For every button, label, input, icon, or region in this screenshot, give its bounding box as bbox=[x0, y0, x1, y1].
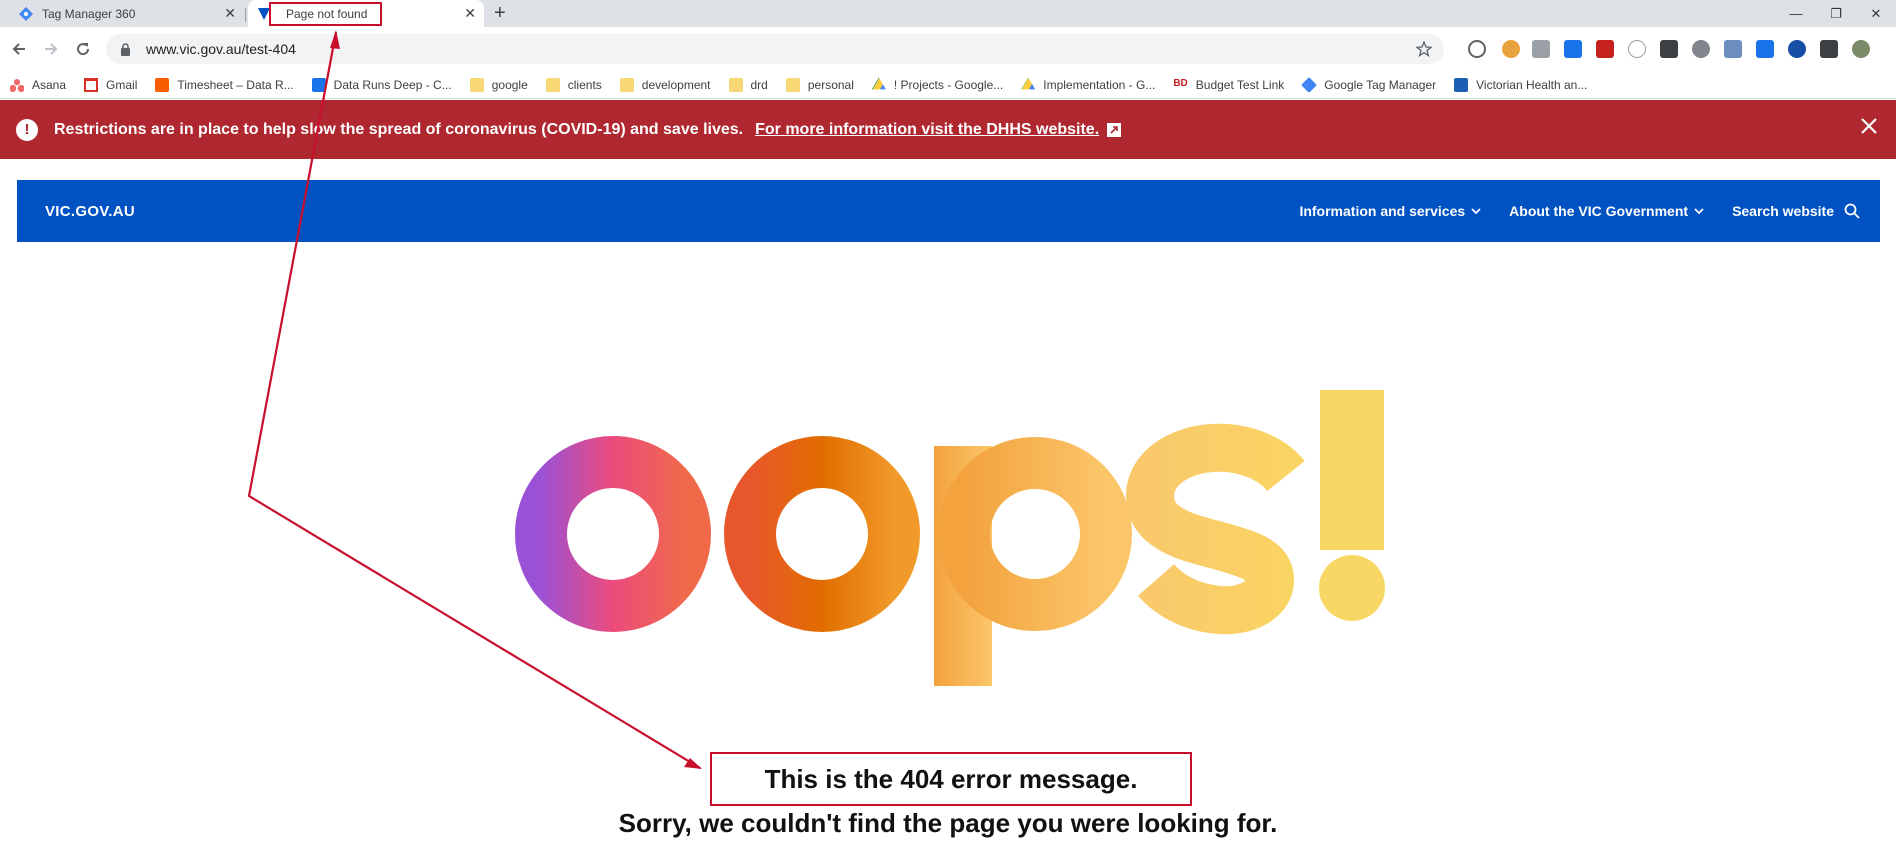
oops-hero-graphic bbox=[515, 390, 1385, 686]
error-message: This is the 404 error message. bbox=[764, 763, 1138, 794]
bookmark-timesheet[interactable]: Timesheet – Data R... bbox=[155, 77, 294, 92]
alert-icon: ! bbox=[16, 118, 38, 141]
dhhs-link[interactable]: For more information visit the DHHS webs… bbox=[755, 121, 1099, 139]
covid-alert-banner: ! Restrictions are in place to help slow… bbox=[0, 100, 1896, 159]
alert-message: Restrictions are in place to help slow t… bbox=[54, 120, 744, 138]
gmail-icon bbox=[84, 77, 99, 92]
harvest-icon bbox=[155, 77, 170, 92]
new-tab-button[interactable]: + bbox=[494, 2, 506, 24]
extension-tagassist-icon[interactable] bbox=[1724, 40, 1742, 58]
extension-dots-icon[interactable] bbox=[1660, 40, 1678, 58]
folder-icon bbox=[545, 77, 560, 92]
bookmark-folder-personal[interactable]: personal bbox=[785, 77, 854, 92]
back-button[interactable] bbox=[6, 36, 32, 62]
browser-toolbar: www.vic.gov.au/test-404 bbox=[0, 27, 1896, 71]
extension-d-icon[interactable] bbox=[1628, 40, 1646, 58]
site-header: VIC.GOV.AU Information and services Abou… bbox=[17, 180, 1880, 242]
profile-avatar[interactable] bbox=[1852, 40, 1870, 58]
bookmark-folder-clients[interactable]: clients bbox=[545, 77, 602, 92]
extension-tag-icon[interactable] bbox=[1564, 40, 1582, 58]
google-drive-icon bbox=[871, 77, 886, 90]
forward-arrow-icon bbox=[45, 43, 58, 55]
bookmark-data-runs-deep[interactable]: Data Runs Deep - C... bbox=[311, 77, 452, 92]
bookmark-implementation[interactable]: Implementation - G... bbox=[1021, 77, 1155, 92]
chevron-down-icon bbox=[1694, 207, 1704, 215]
search-icon bbox=[1844, 203, 1860, 219]
bookmark-folder-drd[interactable]: drd bbox=[728, 77, 768, 92]
nav-about-vic-government[interactable]: About the VIC Government bbox=[1509, 203, 1704, 219]
google-drive-icon bbox=[1021, 77, 1036, 90]
nav-information-and-services[interactable]: Information and services bbox=[1299, 203, 1481, 219]
folder-icon bbox=[785, 77, 800, 92]
bookmark-star-icon[interactable] bbox=[1415, 40, 1433, 60]
search-website-button[interactable]: Search website bbox=[1732, 203, 1860, 219]
bd-icon: BD bbox=[1173, 77, 1188, 89]
chevron-down-icon bbox=[1471, 207, 1481, 215]
reload-icon bbox=[77, 43, 90, 56]
extension-calendar-icon[interactable] bbox=[1756, 40, 1774, 58]
bookmark-gmail[interactable]: Gmail bbox=[84, 77, 137, 92]
error-message-annotated-box: This is the 404 error message. bbox=[710, 752, 1192, 806]
close-alert-icon[interactable] bbox=[1860, 117, 1878, 140]
chart-icon bbox=[1454, 77, 1469, 92]
address-bar[interactable]: www.vic.gov.au/test-404 bbox=[106, 34, 1444, 64]
folder-icon bbox=[728, 77, 743, 92]
extension-media-icon[interactable] bbox=[1596, 40, 1614, 58]
close-tab-icon[interactable]: ✕ bbox=[224, 6, 236, 20]
folder-icon bbox=[619, 77, 634, 92]
folder-icon bbox=[469, 77, 484, 92]
reload-button[interactable] bbox=[70, 36, 96, 62]
bookmark-folder-google[interactable]: google bbox=[469, 77, 528, 92]
external-link-icon bbox=[1107, 122, 1122, 137]
bookmark-google-tag-manager[interactable]: Google Tag Manager bbox=[1301, 76, 1436, 93]
tab-title: Tag Manager 360 bbox=[42, 6, 136, 21]
bookmark-victorian-health[interactable]: Victorian Health an... bbox=[1454, 77, 1587, 92]
tab-tag-manager[interactable]: Tag Manager 360 ✕ bbox=[8, 0, 246, 27]
extension-recycle-icon[interactable] bbox=[1468, 40, 1486, 58]
extension-code-icon[interactable] bbox=[1532, 40, 1550, 58]
bookmarks-bar: Asana Gmail Timesheet – Data R... Data R… bbox=[0, 71, 1896, 99]
minimize-icon[interactable]: — bbox=[1776, 0, 1816, 27]
bookmark-folder-development[interactable]: development bbox=[619, 77, 711, 92]
forward-button[interactable] bbox=[38, 36, 64, 62]
close-tab-icon[interactable]: ✕ bbox=[464, 6, 476, 20]
back-arrow-icon bbox=[12, 43, 25, 55]
sorry-message: Sorry, we couldn't find the page you wer… bbox=[618, 808, 1278, 838]
bookmark-asana[interactable]: Asana bbox=[10, 77, 66, 92]
site-logo[interactable]: VIC.GOV.AU bbox=[45, 203, 135, 220]
extension-moon-icon[interactable] bbox=[1788, 40, 1806, 58]
arrowhead-right-icon bbox=[684, 758, 702, 769]
bookmark-projects[interactable]: ! Projects - Google... bbox=[871, 77, 1003, 92]
restore-icon[interactable]: ❐ bbox=[1816, 0, 1856, 27]
extension-cookie-icon[interactable] bbox=[1502, 40, 1520, 58]
window-close-icon[interactable]: ✕ bbox=[1856, 0, 1896, 27]
gtm-icon bbox=[1301, 76, 1318, 93]
asana-icon bbox=[10, 77, 24, 92]
calendar-icon bbox=[311, 77, 326, 92]
extension-cloud-icon[interactable] bbox=[1692, 40, 1710, 58]
bookmark-budget-test[interactable]: BD Budget Test Link bbox=[1173, 78, 1284, 92]
url-text: www.vic.gov.au/test-404 bbox=[146, 41, 296, 57]
tag-manager-icon bbox=[18, 6, 34, 22]
tab-title-highlight-box bbox=[269, 2, 382, 26]
lock-icon bbox=[120, 42, 134, 56]
extensions-puzzle-icon[interactable] bbox=[1820, 40, 1838, 58]
main-nav: Information and services About the VIC G… bbox=[1271, 180, 1860, 242]
